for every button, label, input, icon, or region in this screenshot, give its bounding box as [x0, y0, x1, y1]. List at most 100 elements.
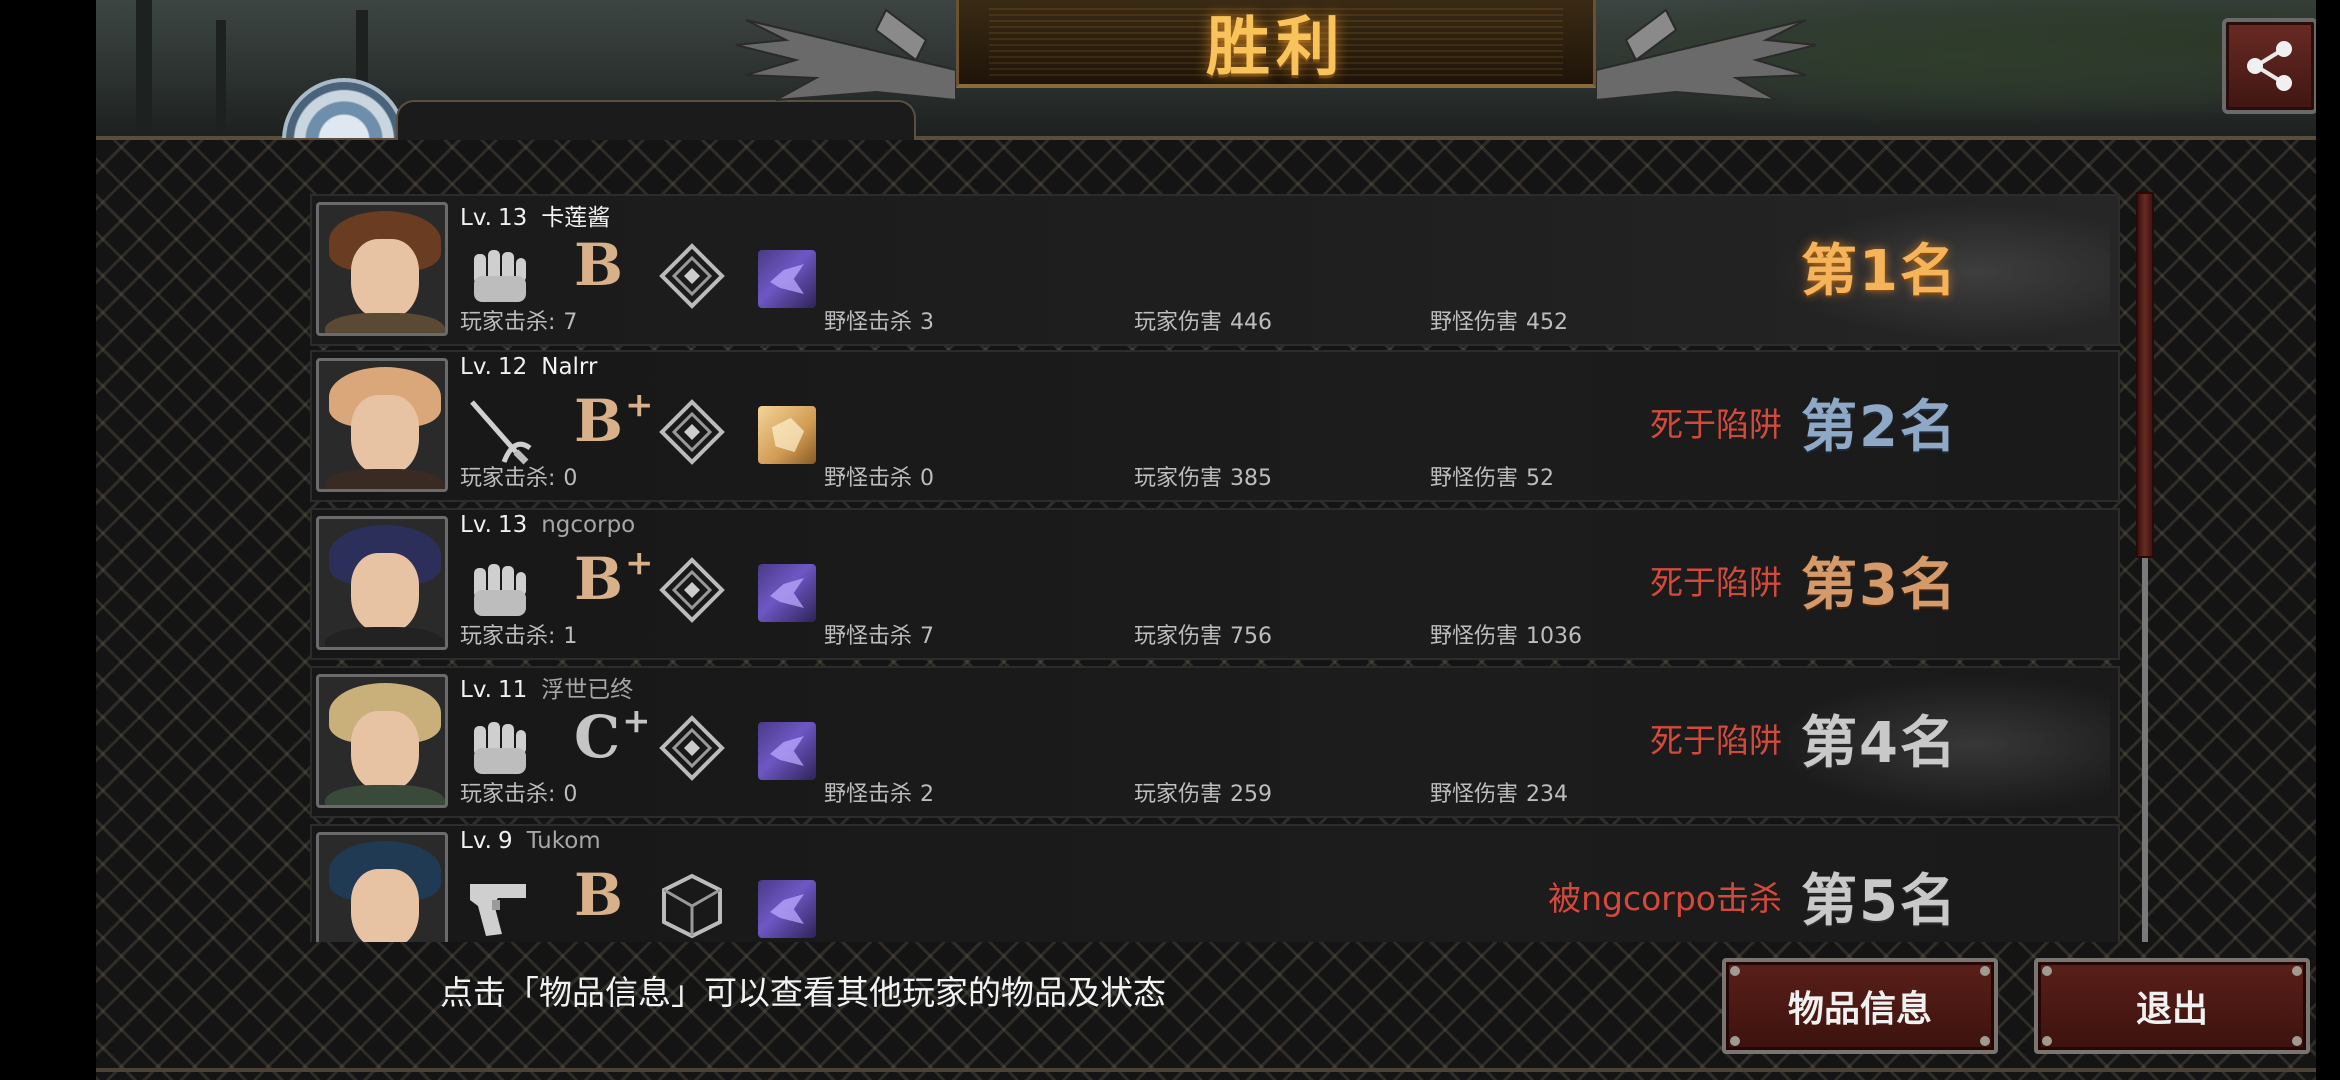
player-damage-label: 玩家伤害 [1134, 624, 1223, 649]
exit-button[interactable]: 退出 [2034, 958, 2310, 1054]
level-label: Lv. [460, 205, 492, 231]
gold-item-icon[interactable] [758, 406, 816, 464]
fist-icon [474, 722, 526, 774]
death-cause: 死于陷阱 [1650, 405, 1782, 444]
player-row-1[interactable]: Lv. 13 卡莲酱 B 玩家击杀: 7 野怪击杀 3 玩家伤害 446 野怪伤害 452 … [310, 194, 2120, 346]
player-row-4[interactable]: Lv. 11 浮世已终 C+ 玩家击杀: 0 野怪击杀 2 玩家伤害 259 野怪伤害 23… [310, 666, 2120, 818]
player-kills-value: 0 [563, 782, 578, 807]
diamond-icon[interactable] [658, 242, 726, 310]
item-info-button[interactable]: 物品信息 [1722, 958, 1998, 1054]
rivet [1730, 966, 1740, 976]
player-portrait [316, 832, 448, 942]
level-label: Lv. [460, 828, 492, 854]
grade-letter: C [574, 703, 621, 771]
results-list[interactable]: Lv. 13 卡莲酱 B 玩家击杀: 7 野怪击杀 3 玩家伤害 446 野怪伤害 452 … [310, 194, 2224, 942]
monster-kills-label: 野怪击杀 [824, 624, 913, 649]
player-kills: 玩家击杀: 0 [460, 776, 577, 808]
player-damage-value: 385 [1230, 466, 1273, 491]
player-row-5[interactable]: Lv. 9 Tukom B 被ngcorpo击杀 第5名 [310, 824, 2120, 942]
monster-damage-value: 52 [1526, 466, 1555, 491]
grade-letter: B [574, 861, 624, 929]
rank-label: 第5名 [1801, 869, 1958, 934]
grade-letter: B [574, 387, 624, 455]
grade-badge: B+ [574, 546, 654, 608]
monster-damage-value: 1036 [1526, 624, 1583, 649]
player-kills-value: 1 [563, 624, 578, 649]
rank-label: 第1名 [1801, 239, 1958, 304]
monster-kills: 野怪击杀 0 [824, 460, 934, 492]
player-kills-label: 玩家击杀: [460, 466, 556, 491]
grade-plus: + [625, 543, 654, 583]
death-cause: 死于陷阱 [1650, 563, 1782, 602]
monster-damage: 野怪伤害 234 [1430, 776, 1568, 808]
player-portrait [316, 358, 448, 492]
rank-label: 第4名 [1801, 711, 1958, 776]
player-name: Nalrr [541, 354, 598, 380]
death-cause: 被ngcorpo击杀 [1548, 879, 1782, 918]
purple-item-icon[interactable] [758, 722, 816, 780]
purple-item-icon[interactable] [758, 564, 816, 622]
player-damage-label: 玩家伤害 [1134, 310, 1223, 335]
fist-icon [474, 250, 526, 302]
share-button[interactable] [2222, 18, 2316, 114]
player-kills-label: 玩家击杀: [460, 782, 556, 807]
grade-plus: + [625, 385, 654, 425]
tree-trunk [136, 0, 152, 140]
level-value: 13 [497, 512, 528, 538]
level-label: Lv. [460, 354, 492, 380]
player-level: Lv. 13 ngcorpo [460, 512, 635, 538]
player-level: Lv. 13 卡莲酱 [460, 198, 610, 232]
grade-badge: B [574, 236, 625, 294]
monster-kills-label: 野怪击杀 [824, 782, 913, 807]
monster-damage-label: 野怪伤害 [1430, 624, 1519, 649]
player-kills-value: 7 [563, 310, 578, 335]
monster-damage: 野怪伤害 452 [1430, 304, 1568, 336]
player-portrait [316, 202, 448, 336]
diamond-icon[interactable] [658, 398, 726, 466]
player-damage: 玩家伤害 446 [1134, 304, 1272, 336]
player-avatar-ring [282, 78, 406, 138]
level-label: Lv. [460, 512, 492, 538]
monster-kills-value: 0 [920, 466, 935, 491]
monster-kills-value: 7 [920, 624, 935, 649]
level-value: 12 [497, 354, 528, 380]
rivet [2292, 1036, 2302, 1046]
player-damage-label: 玩家伤害 [1134, 466, 1223, 491]
player-damage-value: 446 [1230, 310, 1273, 335]
player-damage-value: 756 [1230, 624, 1273, 649]
player-row-2[interactable]: Lv. 12 Nalrr B+ 玩家击杀: 0 野怪击杀 0 玩家伤害 385 野怪伤害 5… [310, 350, 2120, 502]
monster-damage-value: 452 [1526, 310, 1569, 335]
monster-kills: 野怪击杀 3 [824, 304, 934, 336]
grade-plus: + [622, 701, 651, 741]
player-name: ngcorpo [541, 512, 636, 538]
wing-right-icon [1596, 8, 1817, 102]
victory-banner: 胜利 [956, 0, 1596, 88]
cube-icon[interactable] [658, 872, 726, 940]
purple-item-icon[interactable] [758, 880, 816, 938]
player-kills-value: 0 [563, 466, 578, 491]
diamond-icon[interactable] [658, 556, 726, 624]
player-damage: 玩家伤害 385 [1134, 460, 1272, 492]
monster-damage-label: 野怪伤害 [1430, 466, 1519, 491]
exit-label: 退出 [2135, 989, 2208, 1030]
panel-divider [96, 1068, 2316, 1072]
player-kills: 玩家击杀: 0 [460, 460, 577, 492]
rivet [2292, 966, 2302, 976]
player-level: Lv. 12 Nalrr [460, 354, 597, 380]
player-portrait [316, 674, 448, 808]
grade-badge: B+ [574, 388, 654, 450]
rivet [2042, 1036, 2052, 1046]
level-label: Lv. [460, 677, 492, 703]
monster-kills-value: 2 [920, 782, 935, 807]
level-value: 13 [497, 205, 528, 231]
rivet [1980, 1036, 1990, 1046]
purple-item-icon[interactable] [758, 250, 816, 308]
player-row-3[interactable]: Lv. 13 ngcorpo B+ 玩家击杀: 1 野怪击杀 7 玩家伤害 756 野怪伤… [310, 508, 2120, 660]
monster-kills-value: 3 [920, 310, 935, 335]
monster-kills: 野怪击杀 2 [824, 776, 934, 808]
scrollbar-thumb[interactable] [2136, 192, 2154, 558]
rivet [2042, 966, 2052, 976]
rivet [1730, 1036, 1740, 1046]
diamond-icon[interactable] [658, 714, 726, 782]
grade-letter: B [574, 231, 624, 299]
